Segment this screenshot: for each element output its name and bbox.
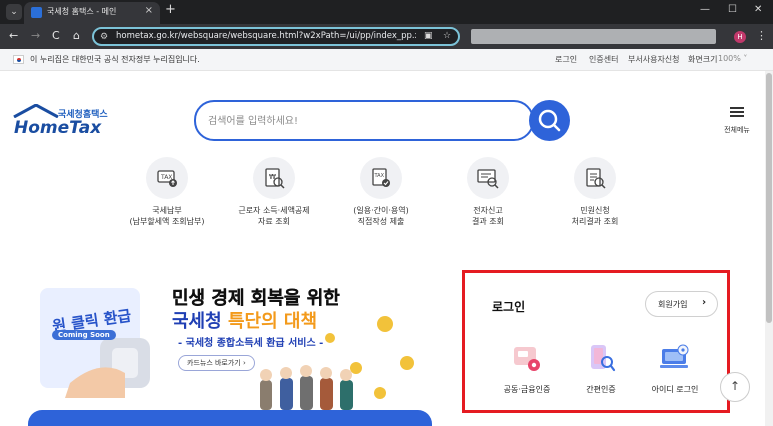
- redacted-extensions-area: [471, 29, 716, 44]
- promo-banner[interactable]: 원 클릭 환급 Coming Soon 민생 경제 회복을 위한 국세청 특단의…: [30, 268, 445, 426]
- quick-menu-label: (일용·간이·용역) 직접작성 제출: [353, 206, 409, 226]
- quick-menu-label: 전자신고 결과 조회: [472, 206, 504, 226]
- banner-subtitle: - 국세청 종합소득세 환급 서비스 -: [178, 338, 324, 349]
- id-login-icon: [660, 344, 689, 368]
- page-scrollbar[interactable]: [765, 71, 773, 426]
- tab-list-button[interactable]: ⌄: [6, 4, 22, 20]
- gov-official-banner: 이 누리집은 대한민국 공식 전자정부 누리집입니다. 로그인 인증센터 부서사…: [0, 49, 773, 71]
- browser-tabbar: ⌄ 국세청 홈택스 - 메인 × + — ☐ ✕: [0, 0, 773, 24]
- card-news-button[interactable]: 카드뉴스 바로가기 ›: [178, 355, 255, 371]
- browser-tab-hometax[interactable]: 국세청 홈택스 - 메인 ×: [24, 2, 160, 24]
- all-menu-button[interactable]: 전체메뉴: [718, 107, 756, 137]
- address-bar[interactable]: ⚙ hometax.go.kr/websquare/websquare.html…: [92, 27, 460, 46]
- banner-title-line2: 국세청 특단의 대책: [172, 307, 317, 333]
- join-label: 회원가입: [658, 300, 688, 309]
- certificate-icon: [514, 347, 540, 371]
- logo-roof-icon: [13, 104, 59, 118]
- gov-official-text: 이 누리집은 대한민국 공식 전자정부 누리집입니다.: [30, 55, 200, 64]
- search-input[interactable]: [208, 112, 508, 130]
- quick-menu-label: 근로자 소득·세액공제 자료 조회: [238, 206, 310, 226]
- util-zoom-value[interactable]: 100% ˅: [718, 54, 747, 63]
- quick-menu-direct-submit[interactable]: TAX (일용·간이·용역) 직접작성 제출: [331, 157, 431, 233]
- browser-toolbar: ← → C ⌂ ⚙ hometax.go.kr/websquare/websqu…: [0, 24, 773, 49]
- simple-auth-icon: [591, 345, 616, 372]
- tab-title: 국세청 홈택스 - 메인: [47, 7, 117, 16]
- forward-button[interactable]: →: [31, 29, 40, 42]
- login-option-label: 공동·금융인증: [503, 385, 551, 394]
- join-button[interactable]: 회원가입 ›: [645, 291, 718, 317]
- search-button[interactable]: [529, 100, 570, 141]
- cast-icon[interactable]: ▣: [424, 31, 433, 41]
- back-button[interactable]: ←: [9, 29, 18, 42]
- bookmark-star-icon[interactable]: ☆: [443, 31, 451, 41]
- close-window-button[interactable]: ✕: [754, 4, 762, 15]
- e-filing-icon: [467, 157, 509, 199]
- search-icon: [538, 109, 561, 132]
- quick-menu-tax-deduction[interactable]: ₩ 근로자 소득·세액공제 자료 조회: [224, 157, 324, 233]
- url-text[interactable]: hometax.go.kr/websquare/websquare.html?w…: [116, 31, 416, 41]
- site-info-icon[interactable]: ⚙: [100, 32, 108, 42]
- hamburger-icon: [730, 107, 744, 109]
- tax-document-icon: TAX: [360, 157, 402, 199]
- maximize-button[interactable]: ☐: [728, 4, 737, 15]
- hometax-logo[interactable]: 국세청홈택스 HomeTax: [12, 104, 108, 140]
- browser-menu-icon[interactable]: ⋮: [756, 29, 767, 42]
- quick-menu-petition[interactable]: 민원신청 처리결과 조회: [545, 157, 645, 233]
- minimize-button[interactable]: —: [700, 4, 710, 15]
- bottom-blue-panel: [28, 410, 432, 426]
- util-dept-user-link[interactable]: 부서사용자신청: [628, 54, 680, 65]
- quick-menu-e-filing[interactable]: 전자신고 결과 조회: [438, 157, 538, 233]
- tax-payment-icon: TAX: [146, 157, 188, 199]
- home-button[interactable]: ⌂: [73, 29, 80, 42]
- tax-deduction-icon: ₩: [253, 157, 295, 199]
- search-box: [194, 100, 534, 141]
- login-simple-auth-option[interactable]: 간편인증: [566, 343, 636, 398]
- logo-english-text: HomeTax: [14, 118, 102, 138]
- login-id-option[interactable]: 아이디 로그인: [640, 343, 710, 398]
- hometax-favicon-icon: [31, 7, 42, 18]
- all-menu-label: 전체메뉴: [724, 126, 750, 134]
- login-certificate-option[interactable]: 공동·금융인증: [492, 343, 562, 398]
- new-tab-button[interactable]: +: [165, 2, 176, 17]
- tab-close-icon[interactable]: ×: [145, 5, 153, 16]
- scrollbar-thumb[interactable]: [766, 73, 772, 323]
- profile-avatar[interactable]: H: [734, 31, 746, 43]
- quick-menu-label: 민원신청 처리결과 조회: [571, 206, 619, 226]
- quick-menu-label: 국세납부 (납부할세액 조회납부): [129, 206, 205, 226]
- util-cert-center-link[interactable]: 인증센터: [589, 54, 618, 65]
- chevron-right-icon: ›: [702, 297, 707, 308]
- coming-soon-badge: Coming Soon: [52, 330, 116, 340]
- util-login-link[interactable]: 로그인: [555, 54, 577, 65]
- login-panel: 로그인 회원가입 › 공동·금융인증 간편인증 아이디 로그인: [462, 270, 730, 413]
- petition-icon: [574, 157, 616, 199]
- banner-title-highlight: 특단의 대책: [227, 311, 318, 332]
- login-option-label: 아이디 로그인: [651, 385, 699, 394]
- quick-menu-tax-payment[interactable]: TAX 국세납부 (납부할세액 조회납부): [117, 157, 217, 233]
- korea-flag-icon: [13, 55, 24, 64]
- util-zoom-label[interactable]: 화면크기: [688, 54, 717, 65]
- login-option-label: 간편인증: [586, 385, 616, 394]
- login-title: 로그인: [492, 300, 526, 314]
- scroll-top-button[interactable]: ↑: [720, 372, 750, 402]
- banner-title-part1: 국세청: [172, 311, 228, 332]
- reload-button[interactable]: C: [52, 29, 60, 42]
- svg-text:TAX: TAX: [374, 173, 385, 179]
